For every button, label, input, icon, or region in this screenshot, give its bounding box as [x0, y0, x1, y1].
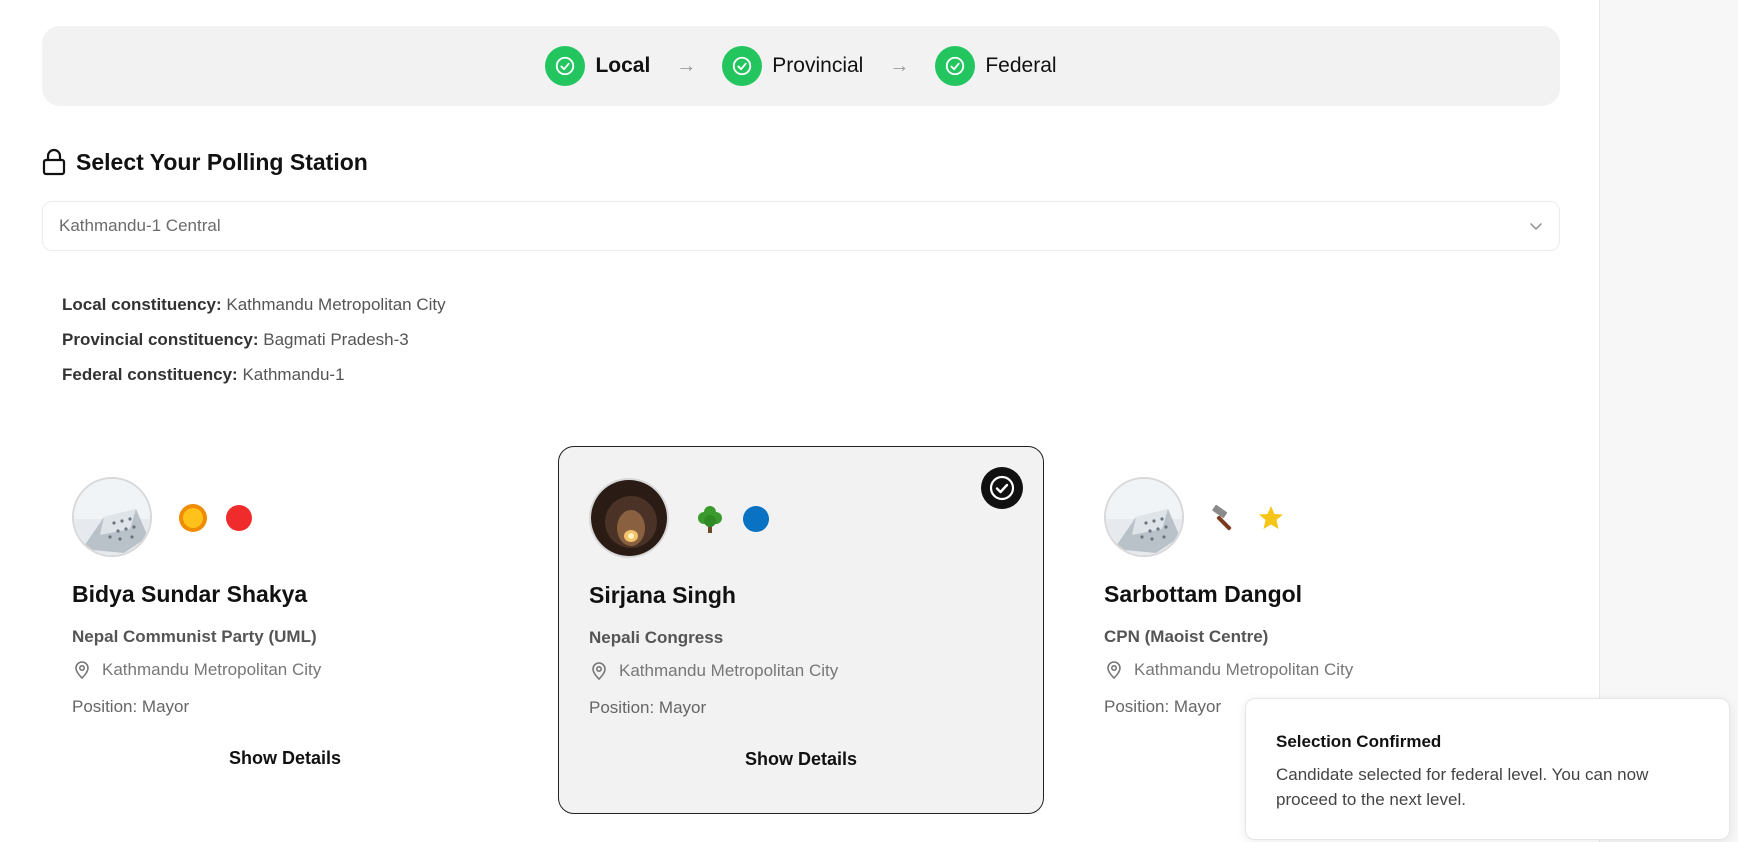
step-local[interactable]: Local: [545, 46, 650, 86]
election-level-stepper: Local → Provincial → Federal: [42, 26, 1560, 106]
candidate-card-selected[interactable]: Sirjana Singh Nepali Congress Kathmandu …: [558, 446, 1044, 814]
tree-icon: [698, 506, 722, 533]
avatar: [1104, 477, 1184, 557]
arrow-right-icon: →: [676, 54, 697, 77]
lock-icon: [42, 148, 66, 176]
step-federal[interactable]: Federal: [935, 46, 1057, 86]
step-provincial[interactable]: Provincial: [722, 46, 863, 86]
selected-check-icon: [981, 467, 1023, 509]
candidate-location: Kathmandu Metropolitan City: [72, 660, 321, 680]
star-icon: [1259, 506, 1283, 529]
avatar: [589, 478, 669, 558]
provincial-constituency: Provincial constituency: Bagmati Pradesh…: [62, 330, 409, 349]
map-pin-icon: [75, 661, 89, 680]
candidate-party: Nepal Communist Party (UML): [72, 627, 317, 646]
polling-station-heading: Select Your Polling Station: [42, 148, 368, 176]
map-pin-icon: [592, 662, 606, 681]
step-label: Federal: [985, 54, 1057, 77]
step-label: Provincial: [772, 54, 864, 77]
party-color-dot: [743, 506, 769, 532]
candidate-card[interactable]: Bidya Sundar Shakya Nepal Communist Part…: [42, 446, 528, 814]
candidate-position: Position: Mayor: [589, 698, 707, 717]
candidate-name: Sirjana Singh: [589, 582, 736, 608]
map-pin-icon: [1107, 661, 1121, 680]
candidate-name: Sarbottam Dangol: [1104, 581, 1303, 607]
hammer-icon: [1212, 504, 1232, 531]
sun-icon: [179, 504, 207, 532]
federal-constituency: Federal constituency: Kathmandu-1: [62, 365, 345, 384]
polling-station-select[interactable]: Kathmandu-1 Central: [42, 201, 1560, 251]
show-details-button[interactable]: Show Details: [42, 748, 528, 769]
selection-toast[interactable]: Selection Confirmed Candidate selected f…: [1245, 698, 1730, 840]
constituency-info: Local constituency: Kathmandu Metropolit…: [62, 293, 446, 398]
check-circle-icon: [935, 46, 976, 86]
candidate-party: Nepali Congress: [589, 628, 724, 647]
candidate-party: CPN (Maoist Centre): [1104, 627, 1269, 646]
select-value: Kathmandu-1 Central: [59, 216, 221, 235]
toast-title: Selection Confirmed: [1276, 732, 1442, 751]
arrow-right-icon: →: [889, 54, 910, 77]
check-circle-icon: [722, 46, 763, 86]
party-color-dot: [226, 505, 252, 531]
candidate-location: Kathmandu Metropolitan City: [1104, 660, 1353, 680]
toast-message: Candidate selected for federal level. Yo…: [1276, 765, 1649, 809]
section-title: Select Your Polling Station: [76, 148, 368, 175]
check-circle-icon: [545, 46, 586, 86]
candidate-position: Position: Mayor: [72, 697, 190, 716]
local-constituency: Local constituency: Kathmandu Metropolit…: [62, 295, 446, 314]
candidate-name: Bidya Sundar Shakya: [72, 581, 308, 607]
candidate-position: Position: Mayor: [1104, 697, 1222, 716]
show-details-button[interactable]: Show Details: [559, 749, 1043, 770]
avatar: [72, 477, 152, 557]
candidate-location: Kathmandu Metropolitan City: [589, 661, 838, 681]
chevron-down-icon: [1530, 223, 1542, 230]
step-label: Local: [595, 54, 651, 77]
